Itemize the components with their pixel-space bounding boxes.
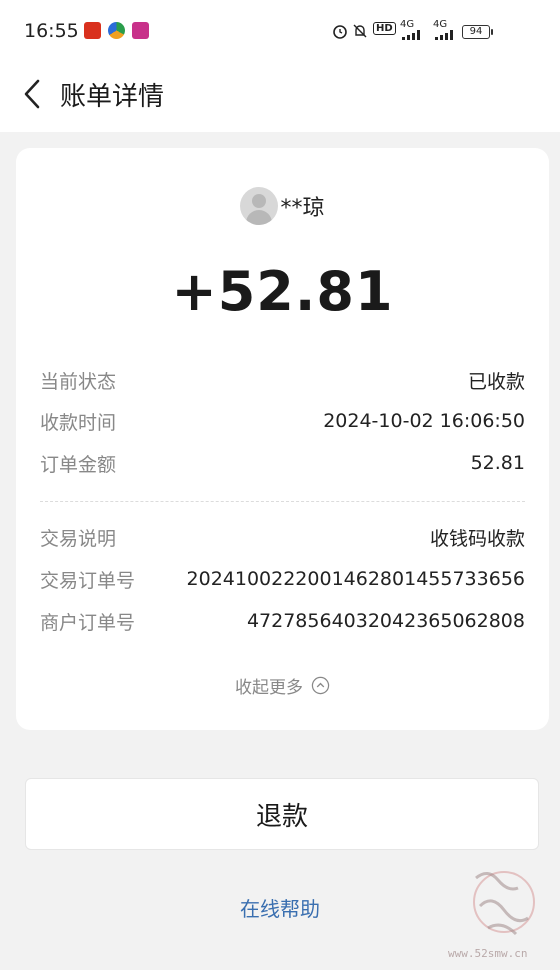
bill-detail-card: **琼 +52.81 当前状态 已收款 收款时间 2024-10-02 16:0…: [16, 148, 549, 730]
avatar: [240, 187, 279, 225]
watermark-url: www.52smw.cn: [448, 947, 528, 960]
detail-value[interactable]: 47278564032042365062808: [247, 610, 525, 632]
detail-row-order-amount: 订单金额 52.81: [40, 448, 525, 478]
chevron-left-icon: [24, 79, 40, 109]
alarm-icon: [333, 25, 347, 39]
detail-row-description: 交易说明 收钱码收款: [40, 522, 525, 552]
signal-icon: [435, 30, 453, 40]
refund-button[interactable]: 退款: [25, 778, 539, 850]
app-notification-icon: [132, 22, 149, 39]
status-bar: 16:55 HD 4G 4G 94: [0, 0, 560, 62]
page-header: 账单详情: [0, 62, 560, 132]
detail-label: 交易订单号: [40, 569, 136, 592]
collapse-more-button[interactable]: 收起更多: [16, 670, 549, 700]
back-button[interactable]: [14, 74, 50, 114]
status-time: 16:55: [24, 20, 79, 42]
detail-row-status: 当前状态 已收款: [40, 365, 525, 395]
page-title: 账单详情: [60, 82, 165, 112]
detail-label: 交易说明: [40, 527, 117, 550]
payer-name: **琼: [280, 196, 325, 221]
detail-label: 订单金额: [40, 453, 117, 476]
app-notification-icon: [108, 22, 125, 39]
payer-info: **琼: [16, 186, 549, 226]
detail-value: 2024-10-02 16:06:50: [323, 410, 525, 432]
detail-label: 商户订单号: [40, 611, 136, 634]
mute-icon: [353, 24, 367, 38]
detail-row-merchant-order-id: 商户订单号 47278564032042365062808: [40, 606, 525, 636]
detail-value: 收钱码收款: [429, 527, 525, 550]
network-label: 4G: [400, 19, 415, 30]
hd-icon: HD: [373, 22, 396, 35]
signal-icon: [402, 30, 420, 40]
detail-value: 52.81: [470, 452, 525, 474]
collapse-more-label: 收起更多: [235, 677, 303, 698]
section-divider: [40, 501, 525, 502]
detail-value: 已收款: [467, 370, 525, 393]
detail-label: 收款时间: [40, 411, 117, 434]
chevron-up-circle-icon: [311, 676, 330, 694]
battery-icon: 94: [462, 25, 493, 39]
network-label: 4G: [433, 19, 448, 30]
transaction-amount: +52.81: [171, 260, 394, 323]
detail-row-time: 收款时间 2024-10-02 16:06:50: [40, 406, 525, 436]
app-notification-icon: [84, 22, 101, 39]
detail-row-transaction-id: 交易订单号 2024100222001462801455733656: [40, 564, 525, 594]
watermark-seal-icon: [473, 871, 535, 936]
detail-label: 当前状态: [40, 370, 117, 393]
detail-value[interactable]: 2024100222001462801455733656: [187, 568, 525, 590]
